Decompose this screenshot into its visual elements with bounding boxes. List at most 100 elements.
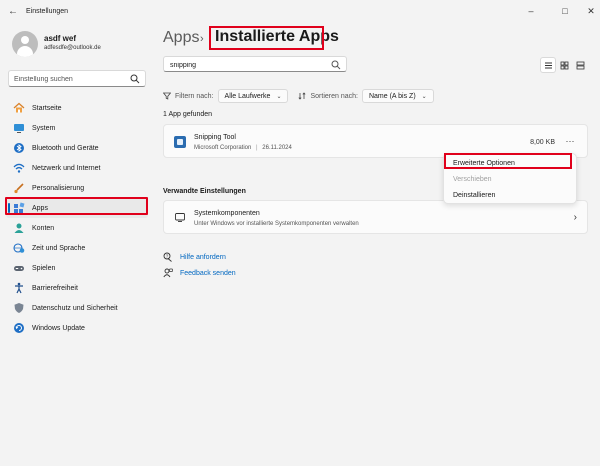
update-icon xyxy=(13,322,25,334)
settings-window: ← Einstellungen – □ ✕ asdf wef adfesdfe@… xyxy=(0,0,600,466)
window-title: Einstellungen xyxy=(26,8,69,15)
close-icon[interactable]: ✕ xyxy=(583,3,599,19)
sort-label: Sortieren nach: xyxy=(310,92,358,100)
snipping-tool-icon xyxy=(174,136,186,148)
sidebar-item-label: Konten xyxy=(32,224,55,232)
minimize-icon[interactable]: – xyxy=(523,3,539,19)
sidebar-item-personalisierung[interactable]: Personalisierung xyxy=(6,178,148,198)
sidebar-item-datenschutz[interactable]: Datenschutz und Sicherheit xyxy=(6,298,148,318)
sort-dropdown[interactable]: Name (A bis Z) ⌄ xyxy=(361,89,434,103)
app-publisher: Microsoft Corporation xyxy=(194,145,252,151)
sidebar-item-bluetooth[interactable]: Bluetooth und Geräte xyxy=(6,138,148,158)
sidebar-item-konten[interactable]: Konten xyxy=(6,218,148,238)
breadcrumb-separator: › xyxy=(200,33,204,45)
avatar[interactable] xyxy=(12,31,38,57)
tile-view-icon xyxy=(576,61,584,69)
sidebar-item-label: Personalisierung xyxy=(32,184,85,192)
filter-dropdown[interactable]: Alle Laufwerke ⌄ xyxy=(217,89,289,103)
grid-view-button[interactable] xyxy=(556,57,572,73)
home-icon xyxy=(13,102,25,114)
chevron-down-icon: ⌄ xyxy=(276,93,282,100)
sidebar-item-netzwerk[interactable]: Netzwerk und Internet xyxy=(6,158,148,178)
app-search-input[interactable] xyxy=(170,60,320,70)
sidebar-item-apps[interactable]: Apps xyxy=(6,198,148,218)
help-link-row[interactable]: ? Hilfe anfordern xyxy=(163,251,226,263)
sidebar-item-windows-update[interactable]: Windows Update xyxy=(6,318,148,338)
brush-icon xyxy=(13,182,25,194)
sidebar-item-system[interactable]: System xyxy=(6,118,148,138)
chevron-down-icon: ⌄ xyxy=(421,93,427,100)
system-components-subtitle: Unter Windows vor installierte Systemkom… xyxy=(194,221,359,227)
search-icon[interactable] xyxy=(331,60,341,70)
accessibility-icon xyxy=(13,282,25,294)
list-view-button[interactable] xyxy=(540,57,556,73)
sidebar-item-startseite[interactable]: Startseite xyxy=(6,98,148,118)
avatar-head xyxy=(21,36,29,44)
avatar-body xyxy=(17,46,33,57)
settings-search-input[interactable] xyxy=(14,74,124,84)
page-title: Installierte Apps xyxy=(215,28,339,45)
title-bar: ← Einstellungen – □ ✕ xyxy=(0,0,600,24)
sidebar-item-spielen[interactable]: Spielen xyxy=(6,258,148,278)
sidebar-item-label: Bluetooth und Geräte xyxy=(32,144,99,152)
filter-icon xyxy=(163,92,171,100)
search-icon[interactable] xyxy=(130,74,140,84)
gamepad-icon xyxy=(13,262,25,274)
sidebar-item-label: Netzwerk und Internet xyxy=(32,164,101,172)
app-meta-separator: | xyxy=(256,145,258,151)
app-meta: Microsoft Corporation | 26.11.2024 xyxy=(194,145,292,151)
help-link[interactable]: Hilfe anfordern xyxy=(180,254,226,261)
sort-dropdown-value: Name (A bis Z) xyxy=(368,92,416,100)
results-count: 1 App gefunden xyxy=(163,111,213,118)
menu-item-move: Verschieben xyxy=(453,176,492,183)
tile-view-button[interactable] xyxy=(572,57,588,73)
back-arrow-icon[interactable]: ← xyxy=(7,6,19,18)
bluetooth-icon xyxy=(13,142,25,154)
app-search-box[interactable] xyxy=(163,56,347,72)
system-components-title: Systemkomponenten xyxy=(194,210,260,217)
apps-icon xyxy=(13,202,25,214)
feedback-link[interactable]: Feedback senden xyxy=(180,270,236,277)
system-components-icon xyxy=(175,213,185,222)
svg-text:?: ? xyxy=(166,254,169,259)
menu-item-uninstall[interactable]: Deinstallieren xyxy=(446,188,576,203)
sidebar-item-label: Startseite xyxy=(32,104,62,112)
profile-email: adfesdfe@outlook.de xyxy=(44,45,101,51)
sort-icon xyxy=(298,92,306,100)
help-icon: ? xyxy=(163,252,173,262)
sidebar-item-label: Datenschutz und Sicherheit xyxy=(32,304,118,312)
app-name: Snipping Tool xyxy=(194,134,236,141)
app-context-menu: Erweiterte Optionen Verschieben Deinstal… xyxy=(443,153,577,204)
filter-label: Filtern nach: xyxy=(175,92,214,100)
breadcrumb-root[interactable]: Apps xyxy=(163,29,199,47)
list-view-icon xyxy=(544,62,552,68)
sidebar-item-label: System xyxy=(32,124,56,132)
shield-icon xyxy=(13,302,25,314)
sidebar-item-label: Barrierefreiheit xyxy=(32,284,78,292)
sidebar-item-label: Windows Update xyxy=(32,324,85,332)
view-toggle-group xyxy=(540,57,588,73)
sidebar-item-label: Apps xyxy=(32,204,48,212)
maximize-icon[interactable]: □ xyxy=(557,3,573,19)
sidebar-item-label: Zeit und Sprache xyxy=(32,244,86,252)
globe-clock-icon xyxy=(13,242,25,254)
chevron-right-icon: › xyxy=(573,212,577,223)
feedback-link-row[interactable]: Feedback senden xyxy=(163,267,236,279)
menu-item-advanced-options[interactable]: Erweiterte Optionen xyxy=(446,156,576,171)
system-components-item[interactable]: Systemkomponenten Unter Windows vor inst… xyxy=(163,200,588,234)
app-size: 8,00 KB xyxy=(530,139,555,146)
feedback-icon xyxy=(163,268,173,278)
wifi-icon xyxy=(13,162,25,174)
sidebar-item-barrierefreiheit[interactable]: Barrierefreiheit xyxy=(6,278,148,298)
filter-dropdown-value: Alle Laufwerke xyxy=(224,92,271,100)
profile-name: asdf wef xyxy=(44,34,77,43)
grid-view-icon xyxy=(560,61,568,69)
settings-search-box[interactable] xyxy=(8,70,146,87)
person-icon xyxy=(13,222,25,234)
related-settings-heading: Verwandte Einstellungen xyxy=(163,188,246,195)
sidebar-nav: Startseite System Bluetooth und Geräte N… xyxy=(6,98,148,338)
app-date: 26.11.2024 xyxy=(262,145,292,151)
sidebar-item-zeit-sprache[interactable]: Zeit und Sprache xyxy=(6,238,148,258)
sidebar-item-label: Spielen xyxy=(32,264,56,272)
more-options-icon[interactable]: ··· xyxy=(563,136,577,148)
